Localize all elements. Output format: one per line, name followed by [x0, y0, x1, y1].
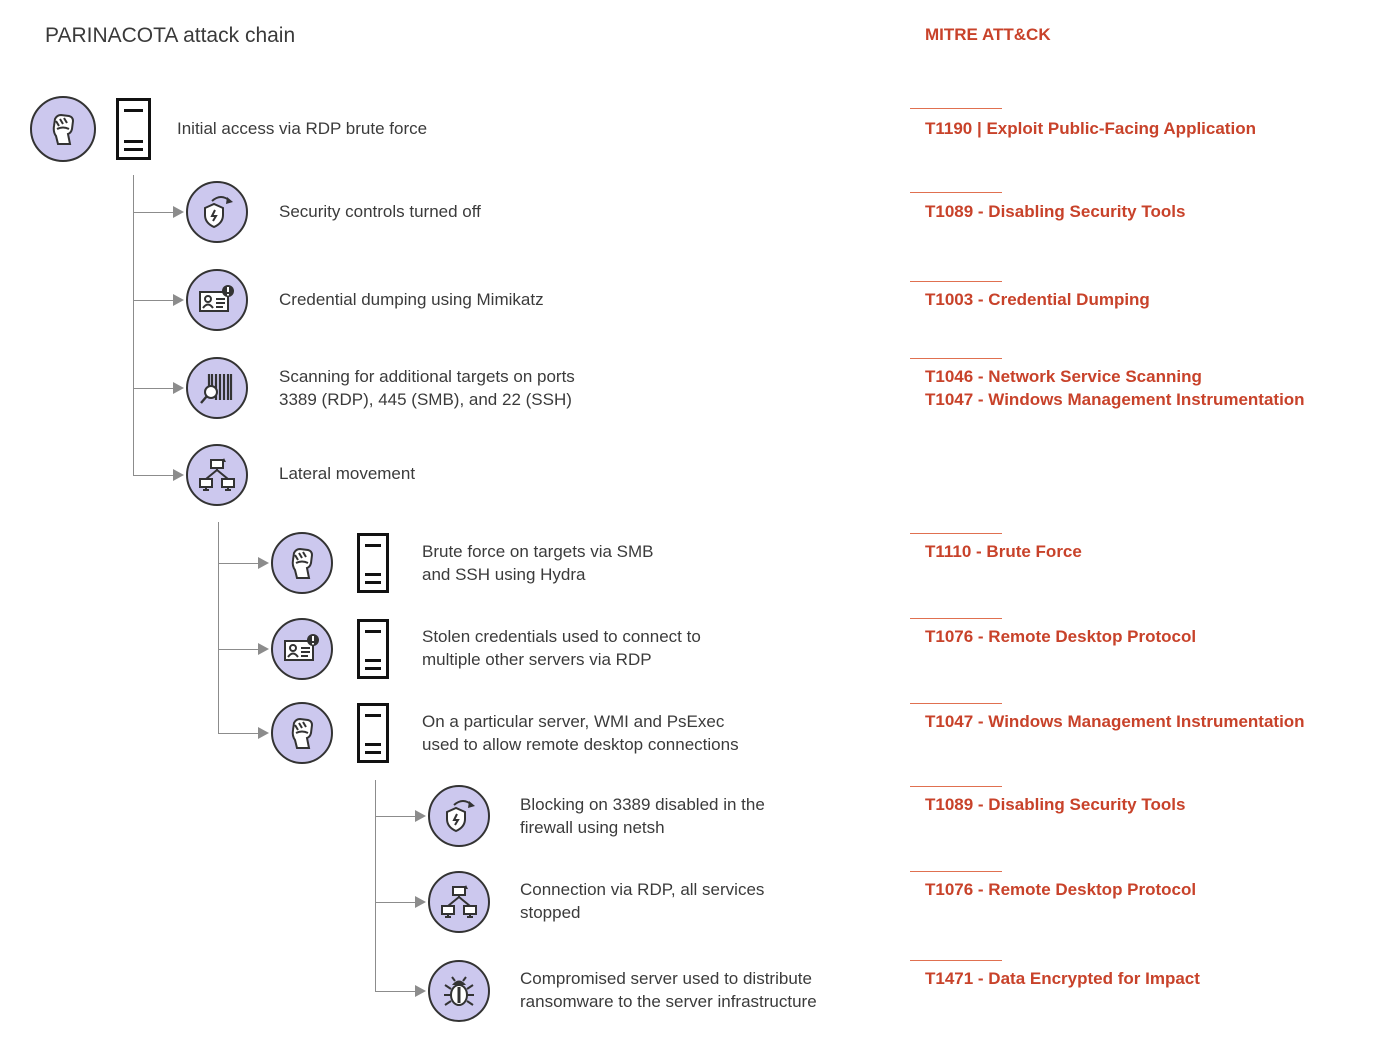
- connector-trunk-2: [218, 522, 219, 734]
- network-icon: [186, 444, 248, 506]
- fist-icon: [30, 96, 96, 162]
- connector-branch: [218, 649, 260, 650]
- connector-trunk-3: [375, 780, 376, 991]
- arrow-head-icon: [173, 294, 184, 306]
- arrow-head-icon: [173, 206, 184, 218]
- technique-divider: [910, 281, 1002, 282]
- id-card-alert-icon: [186, 269, 248, 331]
- arrow-head-icon: [258, 643, 269, 655]
- id-card-alert-icon: [271, 618, 333, 680]
- arrow-head-icon: [415, 896, 426, 908]
- technique-divider: [910, 871, 1002, 872]
- step-description: Credential dumping using Mimikatz: [279, 290, 544, 309]
- arrow-head-icon: [258, 557, 269, 569]
- step-description: On a particular server, WMI and PsExec u…: [422, 712, 739, 754]
- technique-divider: [910, 192, 1002, 193]
- arrow-head-icon: [415, 810, 426, 822]
- step-description: Compromised server used to distribute ra…: [520, 969, 817, 1011]
- step-description: Lateral movement: [279, 464, 416, 483]
- server-icon: [357, 703, 389, 763]
- connector-branch: [375, 902, 417, 903]
- mitre-technique: T1003 - Credential Dumping: [925, 290, 1150, 309]
- mitre-technique: T1046 - Network Service Scanning T1047 -…: [925, 367, 1305, 409]
- server-icon: [116, 98, 151, 160]
- connector-branch: [133, 388, 175, 389]
- technique-divider: [910, 533, 1002, 534]
- server-icon: [357, 533, 389, 593]
- connector-trunk-1: [133, 175, 134, 475]
- barcode-scan-icon: [186, 357, 248, 419]
- mitre-column-title: MITRE ATT&CK: [925, 25, 1051, 44]
- shield-redirect-icon: [428, 785, 490, 847]
- arrow-head-icon: [173, 469, 184, 481]
- mitre-technique: T1190 | Exploit Public-Facing Applicatio…: [925, 119, 1256, 138]
- step-description: Connection via RDP, all services stopped: [520, 880, 765, 922]
- mitre-technique: T1110 - Brute Force: [925, 542, 1082, 561]
- technique-divider: [910, 618, 1002, 619]
- step-description: Scanning for additional targets on ports…: [279, 367, 575, 409]
- arrow-head-icon: [415, 985, 426, 997]
- mitre-technique: T1076 - Remote Desktop Protocol: [925, 627, 1197, 646]
- step-description: Stolen credentials used to connect to mu…: [422, 627, 701, 669]
- technique-divider: [910, 358, 1002, 359]
- connector-branch: [218, 733, 260, 734]
- network-icon: [428, 871, 490, 933]
- diagram-title: PARINACOTA attack chain: [45, 24, 296, 47]
- technique-divider: [910, 703, 1002, 704]
- step-description: Security controls turned off: [279, 202, 481, 221]
- connector-branch: [375, 991, 417, 992]
- mitre-technique: T1089 - Disabling Security Tools: [925, 795, 1186, 814]
- fist-icon: [271, 702, 333, 764]
- connector-branch: [218, 563, 260, 564]
- arrow-head-icon: [173, 382, 184, 394]
- mitre-technique: T1047 - Windows Management Instrumentati…: [925, 712, 1305, 731]
- connector-branch: [133, 475, 175, 476]
- fist-icon: [271, 532, 333, 594]
- step-description: Blocking on 3389 disabled in the firewal…: [520, 795, 765, 837]
- shield-redirect-icon: [186, 181, 248, 243]
- technique-divider: [910, 960, 1002, 961]
- technique-divider: [910, 786, 1002, 787]
- technique-divider: [910, 108, 1002, 109]
- mitre-technique: T1089 - Disabling Security Tools: [925, 202, 1186, 221]
- connector-branch: [133, 300, 175, 301]
- mitre-technique: T1471 - Data Encrypted for Impact: [925, 969, 1200, 988]
- bug-icon: [428, 960, 490, 1022]
- step-description: Initial access via RDP brute force: [177, 119, 428, 138]
- step-description: Brute force on targets via SMB and SSH u…: [422, 542, 654, 584]
- arrow-head-icon: [258, 727, 269, 739]
- connector-branch: [375, 816, 417, 817]
- connector-branch: [133, 212, 175, 213]
- server-icon: [357, 619, 389, 679]
- mitre-technique: T1076 - Remote Desktop Protocol: [925, 880, 1197, 899]
